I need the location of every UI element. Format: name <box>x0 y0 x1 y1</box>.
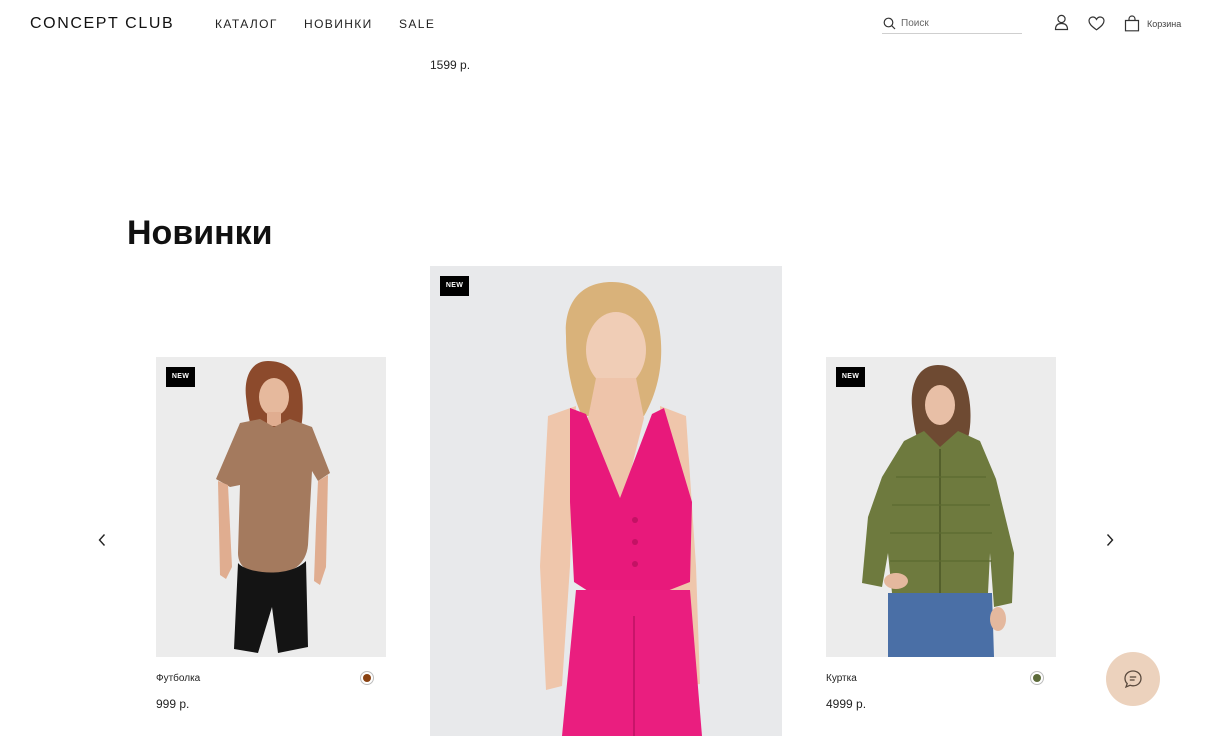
model-photo <box>430 266 782 736</box>
product-image[interactable] <box>826 357 1056 657</box>
product-card-jacket[interactable]: NEW Куртка 4999 р. <box>826 357 1056 717</box>
chat-button[interactable] <box>1106 652 1160 706</box>
nav-item-catalog[interactable]: КАТАЛОГ <box>215 17 278 31</box>
heart-icon[interactable] <box>1088 16 1105 31</box>
user-icon[interactable] <box>1054 14 1069 31</box>
new-badge: NEW <box>440 276 469 296</box>
product-card-vest[interactable]: NEW <box>430 266 782 736</box>
nav-item-new[interactable]: НОВИНКИ <box>304 17 373 31</box>
product-card-tshirt[interactable]: NEW Футболка 999 р. <box>156 357 386 717</box>
new-badge: NEW <box>836 367 865 387</box>
bag-icon[interactable] <box>1124 15 1140 32</box>
product-image[interactable] <box>430 266 782 736</box>
chat-icon <box>1124 670 1142 689</box>
color-swatch[interactable] <box>360 671 374 685</box>
product-price: 1599 р. <box>430 58 471 72</box>
site-header: CONCEPT CLUB КАТАЛОГ НОВИНКИ SALE Корзин… <box>0 0 1212 48</box>
model-photo <box>826 357 1056 657</box>
color-swatch[interactable] <box>1030 671 1044 685</box>
chevron-left-icon[interactable] <box>94 530 110 550</box>
search-icon[interactable] <box>883 17 896 30</box>
logo[interactable]: CONCEPT CLUB <box>30 15 174 33</box>
product-image[interactable] <box>156 357 386 657</box>
product-name[interactable]: Куртка <box>826 673 857 684</box>
search-box <box>882 14 1022 34</box>
new-badge: NEW <box>166 367 195 387</box>
chevron-right-icon[interactable] <box>1102 530 1118 550</box>
nav-item-sale[interactable]: SALE <box>399 17 435 31</box>
search-input[interactable] <box>901 16 1019 31</box>
product-price: 999 р. <box>156 697 190 711</box>
model-photo <box>156 357 386 657</box>
product-price: 4999 р. <box>826 697 867 711</box>
section-title: Новинки <box>127 214 273 252</box>
cart-label[interactable]: Корзина <box>1147 19 1181 29</box>
product-name[interactable]: Футболка <box>156 673 200 684</box>
